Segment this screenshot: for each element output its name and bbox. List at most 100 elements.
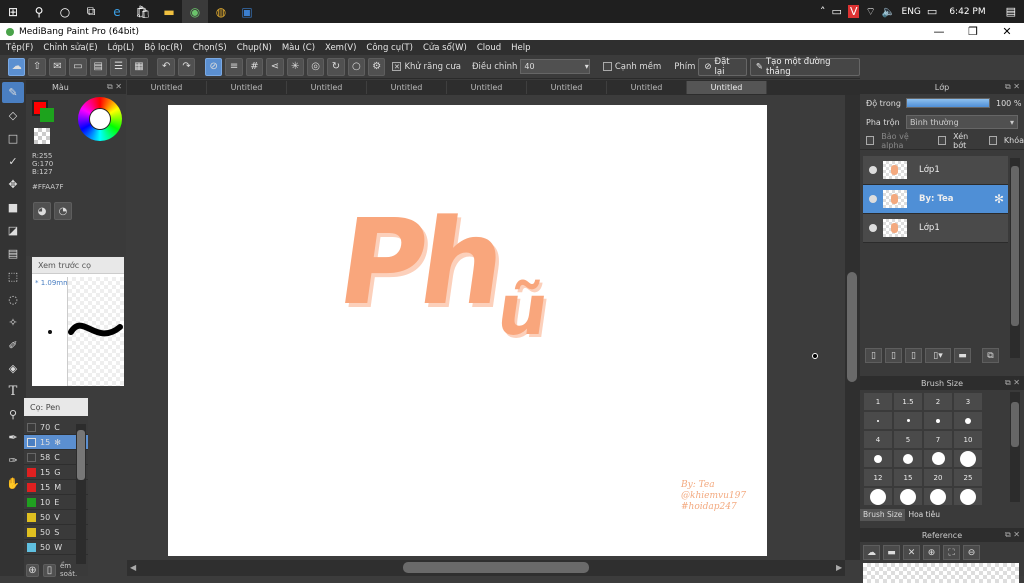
cloud-save-icon[interactable]: ☁ xyxy=(8,57,26,76)
comment-icon[interactable]: ✉ xyxy=(48,57,67,76)
select-eraser-tool-icon[interactable]: ◈ xyxy=(2,358,24,379)
cortana-icon[interactable]: ○ xyxy=(52,0,78,23)
divide-tool-icon[interactable]: ✒ xyxy=(2,427,24,448)
brush-size-dot[interactable] xyxy=(863,411,893,430)
brush-size-dot[interactable] xyxy=(863,487,893,506)
rectangle-tool-icon[interactable]: □ xyxy=(2,128,24,149)
brush-size-cell[interactable]: 1.5 xyxy=(893,392,923,411)
color-wheel-picker[interactable] xyxy=(89,108,111,130)
menu-color[interactable]: Màu (C) xyxy=(282,43,315,53)
vivaldi-icon[interactable]: V xyxy=(847,5,860,18)
dot-pen-tool-icon[interactable]: ✓ xyxy=(2,151,24,172)
layer-row[interactable]: Lớp1 xyxy=(863,214,1008,243)
bucket-tool-icon[interactable]: ◪ xyxy=(2,220,24,241)
new-layer-8bit-icon[interactable]: ▯ xyxy=(885,348,902,363)
close-icon[interactable]: ✕ xyxy=(903,545,920,560)
panel-controls-icon[interactable]: ⧉ ✕ xyxy=(1005,82,1020,92)
list-icon[interactable]: ☰ xyxy=(109,57,128,76)
open-folder-icon[interactable]: ▬ xyxy=(883,545,900,560)
clock[interactable]: 6:42 PM xyxy=(949,7,985,17)
brush-size-cell[interactable]: 7 xyxy=(923,430,953,449)
straight-line-button[interactable]: ✎ Tạo một đường thẳng xyxy=(749,57,860,77)
tab-navigator[interactable]: Hoa tiêu xyxy=(905,509,943,521)
minimize-button[interactable]: — xyxy=(922,25,956,38)
blend-select[interactable]: Bình thường ▾ xyxy=(906,115,1018,129)
duplicate-layer-icon[interactable]: ⧉ xyxy=(982,348,999,363)
tab-untitled[interactable]: Untitled xyxy=(447,81,527,94)
zoom-in-icon[interactable]: ⊕ xyxy=(923,545,940,560)
panel-controls-icon[interactable]: ⧉ ✕ xyxy=(1005,378,1020,388)
tab-untitled[interactable]: Untitled xyxy=(607,81,687,94)
brush-tool-icon[interactable]: ✎ xyxy=(2,82,24,103)
new-layer-icon[interactable]: ▯ xyxy=(865,348,882,363)
menu-tools[interactable]: Công cụ(T) xyxy=(366,43,413,53)
vertical-scroll-thumb[interactable] xyxy=(847,272,857,382)
menu-select[interactable]: Chọn(S) xyxy=(193,43,227,53)
brush-size-dot[interactable] xyxy=(923,487,953,506)
medibang-taskbar-icon[interactable]: ◉ xyxy=(182,0,208,23)
layer-scrollbar[interactable] xyxy=(1010,158,1020,358)
radial-snap-icon[interactable]: ✳ xyxy=(286,57,304,76)
brush-size-dot[interactable] xyxy=(953,449,983,468)
tab-untitled-active[interactable]: Untitled xyxy=(687,81,767,94)
tab-untitled[interactable]: Untitled xyxy=(367,81,447,94)
zoom-out-icon[interactable]: ⊖ xyxy=(963,545,980,560)
menu-help[interactable]: Help xyxy=(511,43,530,53)
chat-icon[interactable]: ▭ xyxy=(69,57,87,76)
chevron-up-icon[interactable]: ˄ xyxy=(820,5,826,18)
restore-button[interactable]: ❐ xyxy=(956,25,990,38)
snap-off-icon[interactable]: ⊘ xyxy=(205,57,223,76)
clip-checkbox[interactable] xyxy=(937,136,947,145)
text-tool-icon[interactable]: T xyxy=(2,381,24,402)
gear-icon[interactable]: ✻ xyxy=(54,438,61,447)
store-icon[interactable]: 🛍 xyxy=(130,0,156,23)
add-layer-dropdown-icon[interactable]: ▯▾ xyxy=(925,348,951,363)
operation-tool-icon[interactable]: ⚲ xyxy=(2,404,24,425)
share-icon[interactable]: ⇧ xyxy=(28,57,46,76)
scroll-left-icon[interactable]: ◀ xyxy=(130,563,136,572)
brush-size-cell[interactable]: 1 xyxy=(863,392,893,411)
reset-button[interactable]: ⊘ Đặt lại xyxy=(698,57,747,77)
language-indicator[interactable]: ENG xyxy=(902,7,921,17)
gradient-tool-icon[interactable]: ▤ xyxy=(2,243,24,264)
menu-edit[interactable]: Chỉnh sửa(E) xyxy=(43,43,97,53)
brush-size-cell[interactable]: 2 xyxy=(923,392,953,411)
soft-edge-checkbox[interactable]: Cạnh mềm xyxy=(602,61,661,72)
monitor-icon[interactable]: ▭ xyxy=(927,5,937,18)
brush-size-cell[interactable]: 10 xyxy=(953,430,983,449)
transparent-color-swatch[interactable] xyxy=(34,128,50,144)
fill-rect-tool-icon[interactable]: ■ xyxy=(2,197,24,218)
tab-untitled[interactable]: Untitled xyxy=(287,81,367,94)
close-button[interactable]: ✕ xyxy=(990,25,1024,38)
drawing-canvas[interactable]: Ph ũ By: Tea @khiemvu197 #hoidap247 xyxy=(168,105,767,556)
brush-size-dot[interactable] xyxy=(923,449,953,468)
palette-add-icon[interactable]: ◔ xyxy=(54,202,72,220)
perspective-snap-icon[interactable]: ⋖ xyxy=(266,57,284,76)
menu-cloud[interactable]: Cloud xyxy=(477,43,501,53)
network-icon[interactable]: ⌔ xyxy=(865,5,875,19)
menu-view[interactable]: Xem(V) xyxy=(325,43,356,53)
antialias-checkbox[interactable]: ✕ Khử răng cưa xyxy=(392,61,461,72)
eye-icon[interactable] xyxy=(869,195,877,203)
folder-icon[interactable]: ▬ xyxy=(954,348,971,363)
brush-list-scrollbar[interactable] xyxy=(76,424,86,564)
horizontal-scroll-thumb[interactable] xyxy=(403,562,589,573)
settings-snap-icon[interactable]: ⚙ xyxy=(368,57,386,76)
add-brush-icon[interactable]: ⊕ xyxy=(26,563,39,577)
tab-untitled[interactable]: Untitled xyxy=(127,81,207,94)
layer-row[interactable]: Lớp1 xyxy=(863,156,1008,185)
eye-icon[interactable] xyxy=(869,224,877,232)
lock-checkbox[interactable] xyxy=(988,136,997,145)
gear-icon[interactable]: ✻ xyxy=(994,192,1004,206)
undo-icon[interactable]: ↶ xyxy=(157,57,175,76)
brush-size-cell[interactable]: 20 xyxy=(923,468,953,487)
grid-icon[interactable]: ▦ xyxy=(130,57,148,76)
eye-icon[interactable] xyxy=(869,166,877,174)
volume-icon[interactable]: 🔈 xyxy=(882,5,896,18)
ellipse-snap-icon[interactable]: ○ xyxy=(347,57,366,76)
brush-size-dot[interactable] xyxy=(953,487,983,506)
eraser-tool-icon[interactable]: ◇ xyxy=(2,105,24,126)
brush-size-cell[interactable]: 15 xyxy=(893,468,923,487)
brush-size-dot[interactable] xyxy=(863,449,893,468)
brush-size-scrollbar[interactable] xyxy=(1010,392,1020,502)
